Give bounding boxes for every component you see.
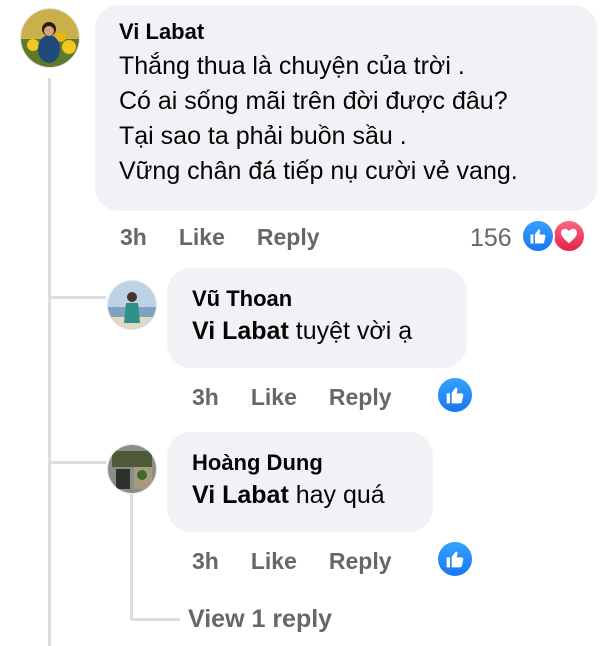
- reply-author[interactable]: Hoàng Dung: [192, 450, 433, 476]
- avatar-hoang-dung[interactable]: [107, 444, 157, 494]
- reply-body: tuyệt vời ạ: [288, 317, 413, 345]
- reply-text: Vi Labat tuyệt vời ạ: [192, 314, 467, 349]
- reply-reply-button[interactable]: Reply: [329, 548, 392, 575]
- like-icon: [521, 219, 555, 253]
- reply-like-button[interactable]: Like: [251, 384, 297, 411]
- reply-author[interactable]: Vũ Thoan: [192, 286, 467, 312]
- reply-body: hay quá: [288, 481, 385, 509]
- comment-author[interactable]: Vi Labat: [119, 19, 597, 45]
- comment-bubble: Vi Labat Thắng thua là chuyện của trời .…: [95, 5, 597, 211]
- reply-timestamp[interactable]: 3h: [192, 384, 219, 411]
- reply-mention[interactable]: Vi Labat: [192, 317, 289, 345]
- reply-reply-button[interactable]: Reply: [329, 384, 392, 411]
- thread-line-main: [48, 78, 51, 646]
- love-icon: [552, 219, 586, 253]
- like-icon[interactable]: [436, 376, 474, 414]
- thread-connector-reply-1: [48, 296, 106, 299]
- reply-mention[interactable]: Vi Labat: [192, 481, 289, 509]
- comment-timestamp[interactable]: 3h: [120, 224, 147, 251]
- reply-timestamp[interactable]: 3h: [192, 548, 219, 575]
- reply-like-button[interactable]: Like: [251, 548, 297, 575]
- comment-actions: 3h Like Reply: [120, 224, 352, 251]
- reply-bubble: Vũ Thoan Vi Labat tuyệt vời ạ: [167, 268, 467, 368]
- reply-actions: 3h Like Reply: [192, 548, 424, 575]
- comment-like-button[interactable]: Like: [179, 224, 225, 251]
- view-replies-link[interactable]: View 1 reply: [188, 605, 332, 634]
- reply-text: Vi Labat hay quá: [192, 478, 433, 513]
- thread-connector-reply-2: [48, 461, 106, 464]
- thread-line-reply-2: [130, 490, 133, 620]
- avatar-vi-labat[interactable]: [20, 8, 80, 68]
- thread-connector-view-replies: [130, 618, 180, 621]
- reaction-count[interactable]: 156: [470, 224, 512, 253]
- avatar-vu-thoan[interactable]: [107, 280, 157, 330]
- reply-actions: 3h Like Reply: [192, 384, 424, 411]
- like-icon[interactable]: [436, 540, 474, 578]
- reply-bubble: Hoàng Dung Vi Labat hay quá: [167, 432, 433, 532]
- comment-text: Thắng thua là chuyện của trời . Có ai số…: [119, 52, 518, 185]
- comment-reply-button[interactable]: Reply: [257, 224, 320, 251]
